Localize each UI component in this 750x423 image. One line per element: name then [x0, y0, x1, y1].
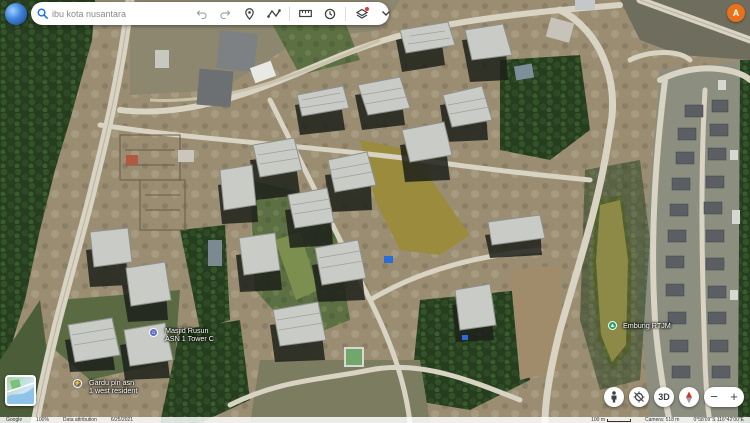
satellite-imagery	[0, 0, 750, 423]
globe-logo-icon[interactable]	[5, 3, 27, 25]
place-pin-icon[interactable]: ⚡	[73, 379, 82, 388]
redo-icon[interactable]	[215, 5, 236, 23]
coordinates-readout: 0°58'09"S 116°42'00"E	[693, 417, 744, 423]
layers-icon[interactable]	[351, 5, 372, 23]
label-embung[interactable]: Embung RTJM	[623, 322, 671, 330]
history-icon[interactable]	[319, 5, 340, 23]
scale-bar	[607, 418, 632, 422]
scale-label: 100 m	[591, 417, 606, 423]
zoom-level: 100%	[36, 417, 49, 423]
scale-indicator: 100 m	[591, 417, 632, 423]
street-view-button[interactable]	[604, 387, 624, 407]
notification-dot	[365, 6, 369, 11]
toolbar-divider	[345, 6, 346, 21]
compass-button[interactable]	[679, 387, 699, 407]
place-pin-icon[interactable]: ⌂	[149, 328, 158, 337]
search-icon[interactable]	[37, 5, 48, 23]
location-button[interactable]	[629, 387, 649, 407]
ruler-icon[interactable]	[295, 5, 316, 23]
imagery-date: 6/25/2021	[110, 417, 134, 423]
brand-label: Google	[6, 417, 23, 423]
user-avatar[interactable]: A	[727, 4, 745, 22]
search-input[interactable]	[52, 8, 169, 19]
zoom-out-button[interactable]: −	[704, 387, 724, 407]
chevron-down-icon[interactable]	[375, 5, 396, 23]
zoom-controls: − +	[704, 387, 744, 407]
location-off-icon	[633, 391, 645, 403]
label-masjid[interactable]: Masjid Rusun ASN 1 Tower C	[165, 327, 214, 343]
zoom-in-button[interactable]: +	[724, 387, 744, 407]
toggle-3d-button[interactable]: 3D	[654, 387, 674, 407]
compass-icon	[686, 391, 692, 403]
pin-icon[interactable]	[239, 5, 260, 23]
camera-altitude: Camera: 518 m	[645, 417, 680, 423]
place-pin-icon[interactable]: ▲	[608, 321, 617, 330]
toolbar-divider	[289, 6, 290, 21]
search-toolbar	[31, 2, 390, 25]
pegman-icon	[611, 391, 617, 403]
map-style-thumbnail[interactable]	[5, 375, 36, 406]
status-footer: Google 100% Data attribution 6/25/2021 1…	[0, 417, 750, 423]
satellite-map[interactable]: ⌂ Masjid Rusun ASN 1 Tower C ⚡ Gardu pln…	[0, 0, 750, 423]
path-icon[interactable]	[263, 5, 284, 23]
undo-icon[interactable]	[191, 5, 212, 23]
map-style-icon	[7, 379, 34, 404]
data-attribution-link[interactable]: Data attribution	[63, 417, 97, 423]
label-gardu[interactable]: Gardu pln asn 1 west resident	[89, 379, 137, 395]
